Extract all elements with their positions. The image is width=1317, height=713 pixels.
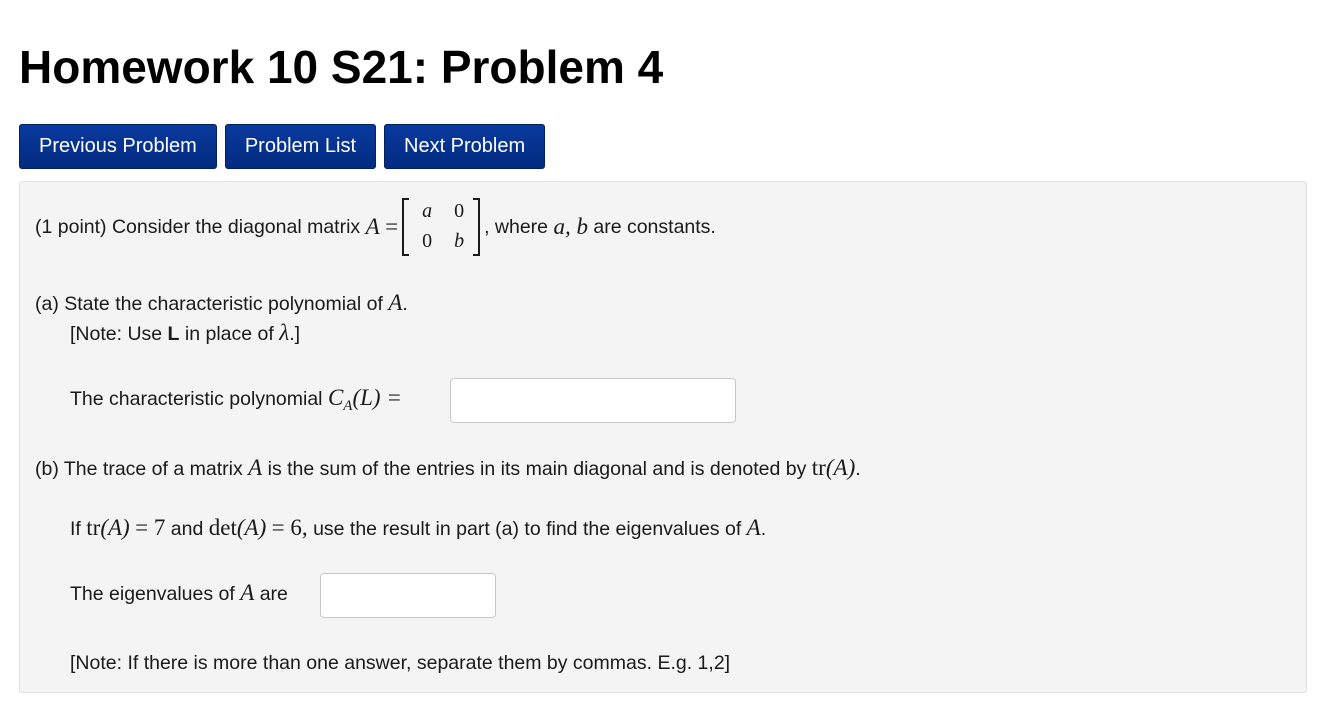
charpoly-text: The characteristic polynomial [70, 388, 323, 410]
note-a-text: [Note: Use [70, 323, 163, 345]
next-problem-button[interactable]: Next Problem [384, 124, 546, 169]
charpoly-label: The characteristic polynomial CA(L) = [70, 385, 402, 414]
given-if: If [70, 518, 81, 540]
intro-line: (1 point) Consider the diagonal matrix A… [35, 196, 716, 258]
problem-list-button[interactable]: Problem List [224, 124, 376, 169]
note-a-L: L [167, 323, 180, 345]
eigenvalues-label: The eigenvalues of A are [70, 580, 288, 606]
matrix-a12: 0 [454, 200, 465, 222]
intro-constants: are constants. [593, 215, 716, 238]
charpoly-subscript: A [343, 398, 353, 414]
previous-problem-button[interactable]: Previous Problem [19, 124, 217, 169]
part-b-question: (b) The trace of a matrix A is the sum o… [35, 455, 861, 481]
given-det-arg: (A) [236, 515, 267, 540]
part-a-note: [Note: Use L in place of λ.] [70, 320, 300, 346]
part-a-period: . [402, 293, 408, 315]
page-title: Homework 10 S21: Problem 4 [19, 41, 664, 93]
left-bracket [402, 198, 410, 256]
part-a-var: A [388, 290, 403, 315]
matrix-a21: 0 [422, 230, 433, 252]
charpoly-arg: (L) = [352, 385, 402, 410]
given-text: use the result in part (a) to find the e… [313, 518, 742, 540]
matrix-a11: a [422, 200, 433, 222]
intro-text: (1 point) Consider the diagonal matrix [35, 215, 361, 238]
given-values: If tr(A) = 7 and det(A) = 6, use the res… [70, 515, 766, 541]
part-b-note: [Note: If there is more than one answer,… [70, 652, 731, 674]
eigenvalues-answer-input[interactable] [320, 573, 496, 618]
problem-navigation: Previous Problem Problem List Next Probl… [19, 124, 546, 169]
right-bracket [473, 198, 481, 256]
charpoly-C: C [327, 385, 344, 410]
matrix-a22: b [454, 230, 465, 252]
part-b-var: A [248, 455, 263, 480]
part-a-question: (a) State the characteristic polynomial … [35, 290, 408, 316]
note-a-mid: in place of [184, 323, 274, 345]
equals-sign: = [385, 214, 399, 239]
lambda-symbol: λ [279, 320, 290, 345]
given-tr: tr [86, 515, 101, 540]
eig-are: are [259, 583, 288, 605]
given-period: . [760, 518, 767, 540]
eig-text: The eigenvalues of [70, 583, 235, 605]
part-b-text: (b) The trace of a matrix [35, 458, 243, 480]
part-b-text-2: is the sum of the entries in its main di… [267, 458, 807, 480]
trace-arg: (A) [825, 455, 856, 480]
matrix-name: A [365, 214, 380, 239]
given-var: A [746, 515, 761, 540]
eig-var: A [240, 580, 255, 605]
trace-operator: tr [811, 455, 826, 480]
given-det: det [208, 515, 237, 540]
matrix-A: a 0 0 b [402, 196, 481, 258]
problem-body: (1 point) Consider the diagonal matrix A… [19, 181, 1307, 693]
intro-where: , where [484, 215, 549, 238]
part-a-text: (a) State the characteristic polynomial … [35, 293, 383, 315]
given-tr-value: = 7 [135, 515, 166, 540]
given-det-value: = 6, [271, 515, 308, 540]
given-tr-arg: (A) [100, 515, 130, 540]
given-and: and [170, 518, 204, 540]
part-b-period: . [855, 458, 861, 480]
charpoly-answer-input[interactable] [450, 378, 736, 423]
note-a-end: .] [289, 323, 301, 345]
intro-vars: a, b [553, 214, 588, 239]
